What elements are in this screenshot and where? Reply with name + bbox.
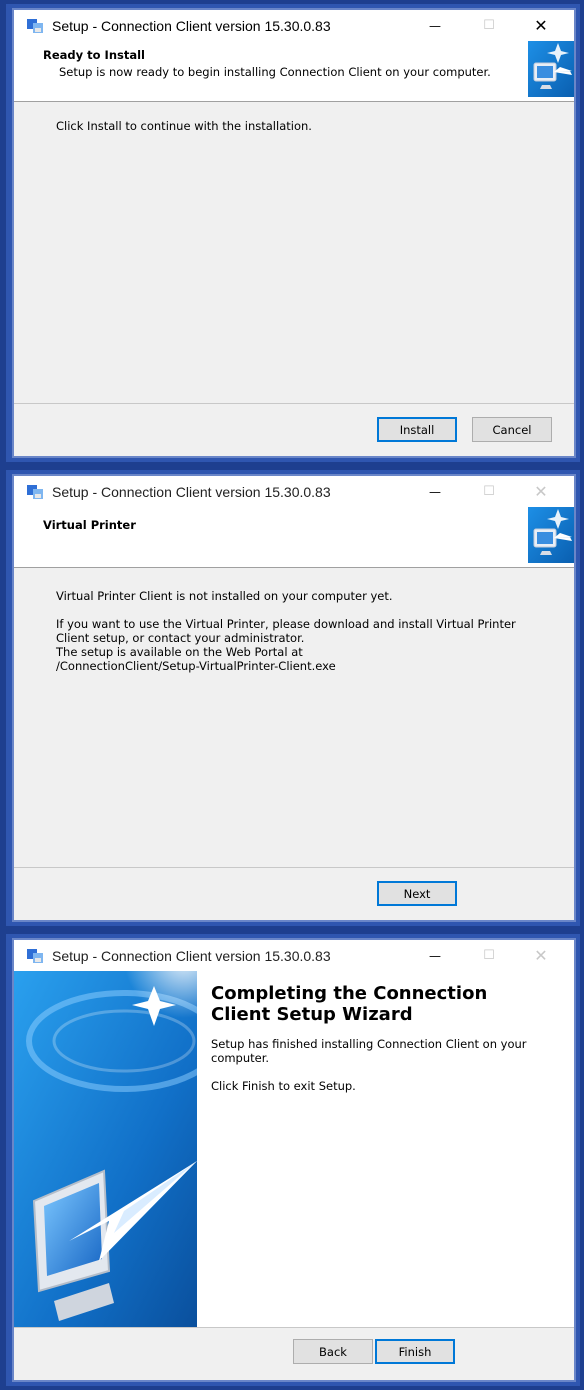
wizard-header-image [528, 507, 574, 563]
wizard-header: Ready to Install Setup is now ready to b… [14, 41, 574, 102]
window: Setup - Connection Client version 15.30.… [12, 474, 576, 922]
wizard-header: Virtual Printer [14, 507, 574, 568]
minimize-icon[interactable]: — [412, 10, 458, 41]
body-text: computer. [211, 1051, 270, 1065]
heading-line: Completing the Connection [211, 983, 488, 1004]
body-text: Setup has finished installing Connection… [211, 1037, 527, 1051]
close-icon[interactable]: ✕ [518, 940, 564, 971]
body-text: /ConnectionClient/Setup-VirtualPrinter-C… [56, 659, 336, 673]
setup-app-icon [26, 483, 44, 501]
page-title: Completing the Connection Client Setup W… [211, 983, 541, 1025]
body-text: If you want to use the Virtual Printer, … [56, 617, 516, 631]
wizard-body: Setup has finished installing Connection… [211, 1037, 531, 1093]
window: Setup - Connection Client version 15.30.… [12, 8, 576, 458]
title-bar[interactable]: Setup - Connection Client version 15.30.… [14, 476, 574, 507]
maximize-icon[interactable]: ☐ [466, 940, 512, 971]
minimize-icon[interactable]: — [412, 940, 458, 971]
back-button[interactable]: Back [293, 1339, 373, 1364]
close-icon[interactable]: ✕ [518, 10, 564, 41]
finish-button[interactable]: Finish [375, 1339, 455, 1364]
close-icon[interactable]: ✕ [518, 476, 564, 507]
window-title: Setup - Connection Client version 15.30.… [52, 947, 331, 964]
wizard-header-image [528, 41, 574, 97]
cancel-button[interactable]: Cancel [472, 417, 552, 442]
body-text: Click Install to continue with the insta… [56, 119, 312, 133]
minimize-icon[interactable]: — [412, 476, 458, 507]
title-bar[interactable]: Setup - Connection Client version 15.30.… [14, 940, 574, 971]
window: Setup - Connection Client version 15.30.… [12, 938, 576, 1382]
body-text: Click Finish to exit Setup. [211, 1079, 356, 1093]
setup-app-icon [26, 947, 44, 965]
wizard-footer: Install Cancel [14, 403, 574, 456]
window-title: Setup - Connection Client version 15.30.… [52, 483, 331, 500]
body-text: The setup is available on the Web Portal… [56, 645, 303, 659]
body-text: Virtual Printer Client is not installed … [56, 589, 393, 603]
dialog-ready-to-install: Setup - Connection Client version 15.30.… [0, 0, 584, 466]
window-title: Setup - Connection Client version 15.30.… [52, 17, 331, 34]
dialog-completing-setup: Setup - Connection Client version 15.30.… [0, 930, 584, 1390]
maximize-icon[interactable]: ☐ [466, 476, 512, 507]
maximize-icon[interactable]: ☐ [466, 10, 512, 41]
page-title: Ready to Install [43, 48, 146, 62]
wizard-footer: Back Finish [14, 1327, 574, 1380]
body-text: Client setup, or contact your administra… [56, 631, 305, 645]
setup-app-icon [26, 17, 44, 35]
next-button[interactable]: Next [377, 881, 457, 906]
install-button[interactable]: Install [377, 417, 457, 442]
page-subtitle: Setup is now ready to begin installing C… [59, 65, 491, 79]
wizard-footer: Next [14, 867, 574, 920]
wizard-body: Virtual Printer Client is not installed … [14, 568, 574, 673]
page-title: Virtual Printer [43, 518, 136, 532]
heading-line: Client Setup Wizard [211, 1004, 413, 1025]
title-bar[interactable]: Setup - Connection Client version 15.30.… [14, 10, 574, 41]
wizard-body: Click Install to continue with the insta… [14, 102, 574, 133]
dialog-virtual-printer: Setup - Connection Client version 15.30.… [0, 466, 584, 930]
wizard-sidebar-image [14, 971, 197, 1331]
